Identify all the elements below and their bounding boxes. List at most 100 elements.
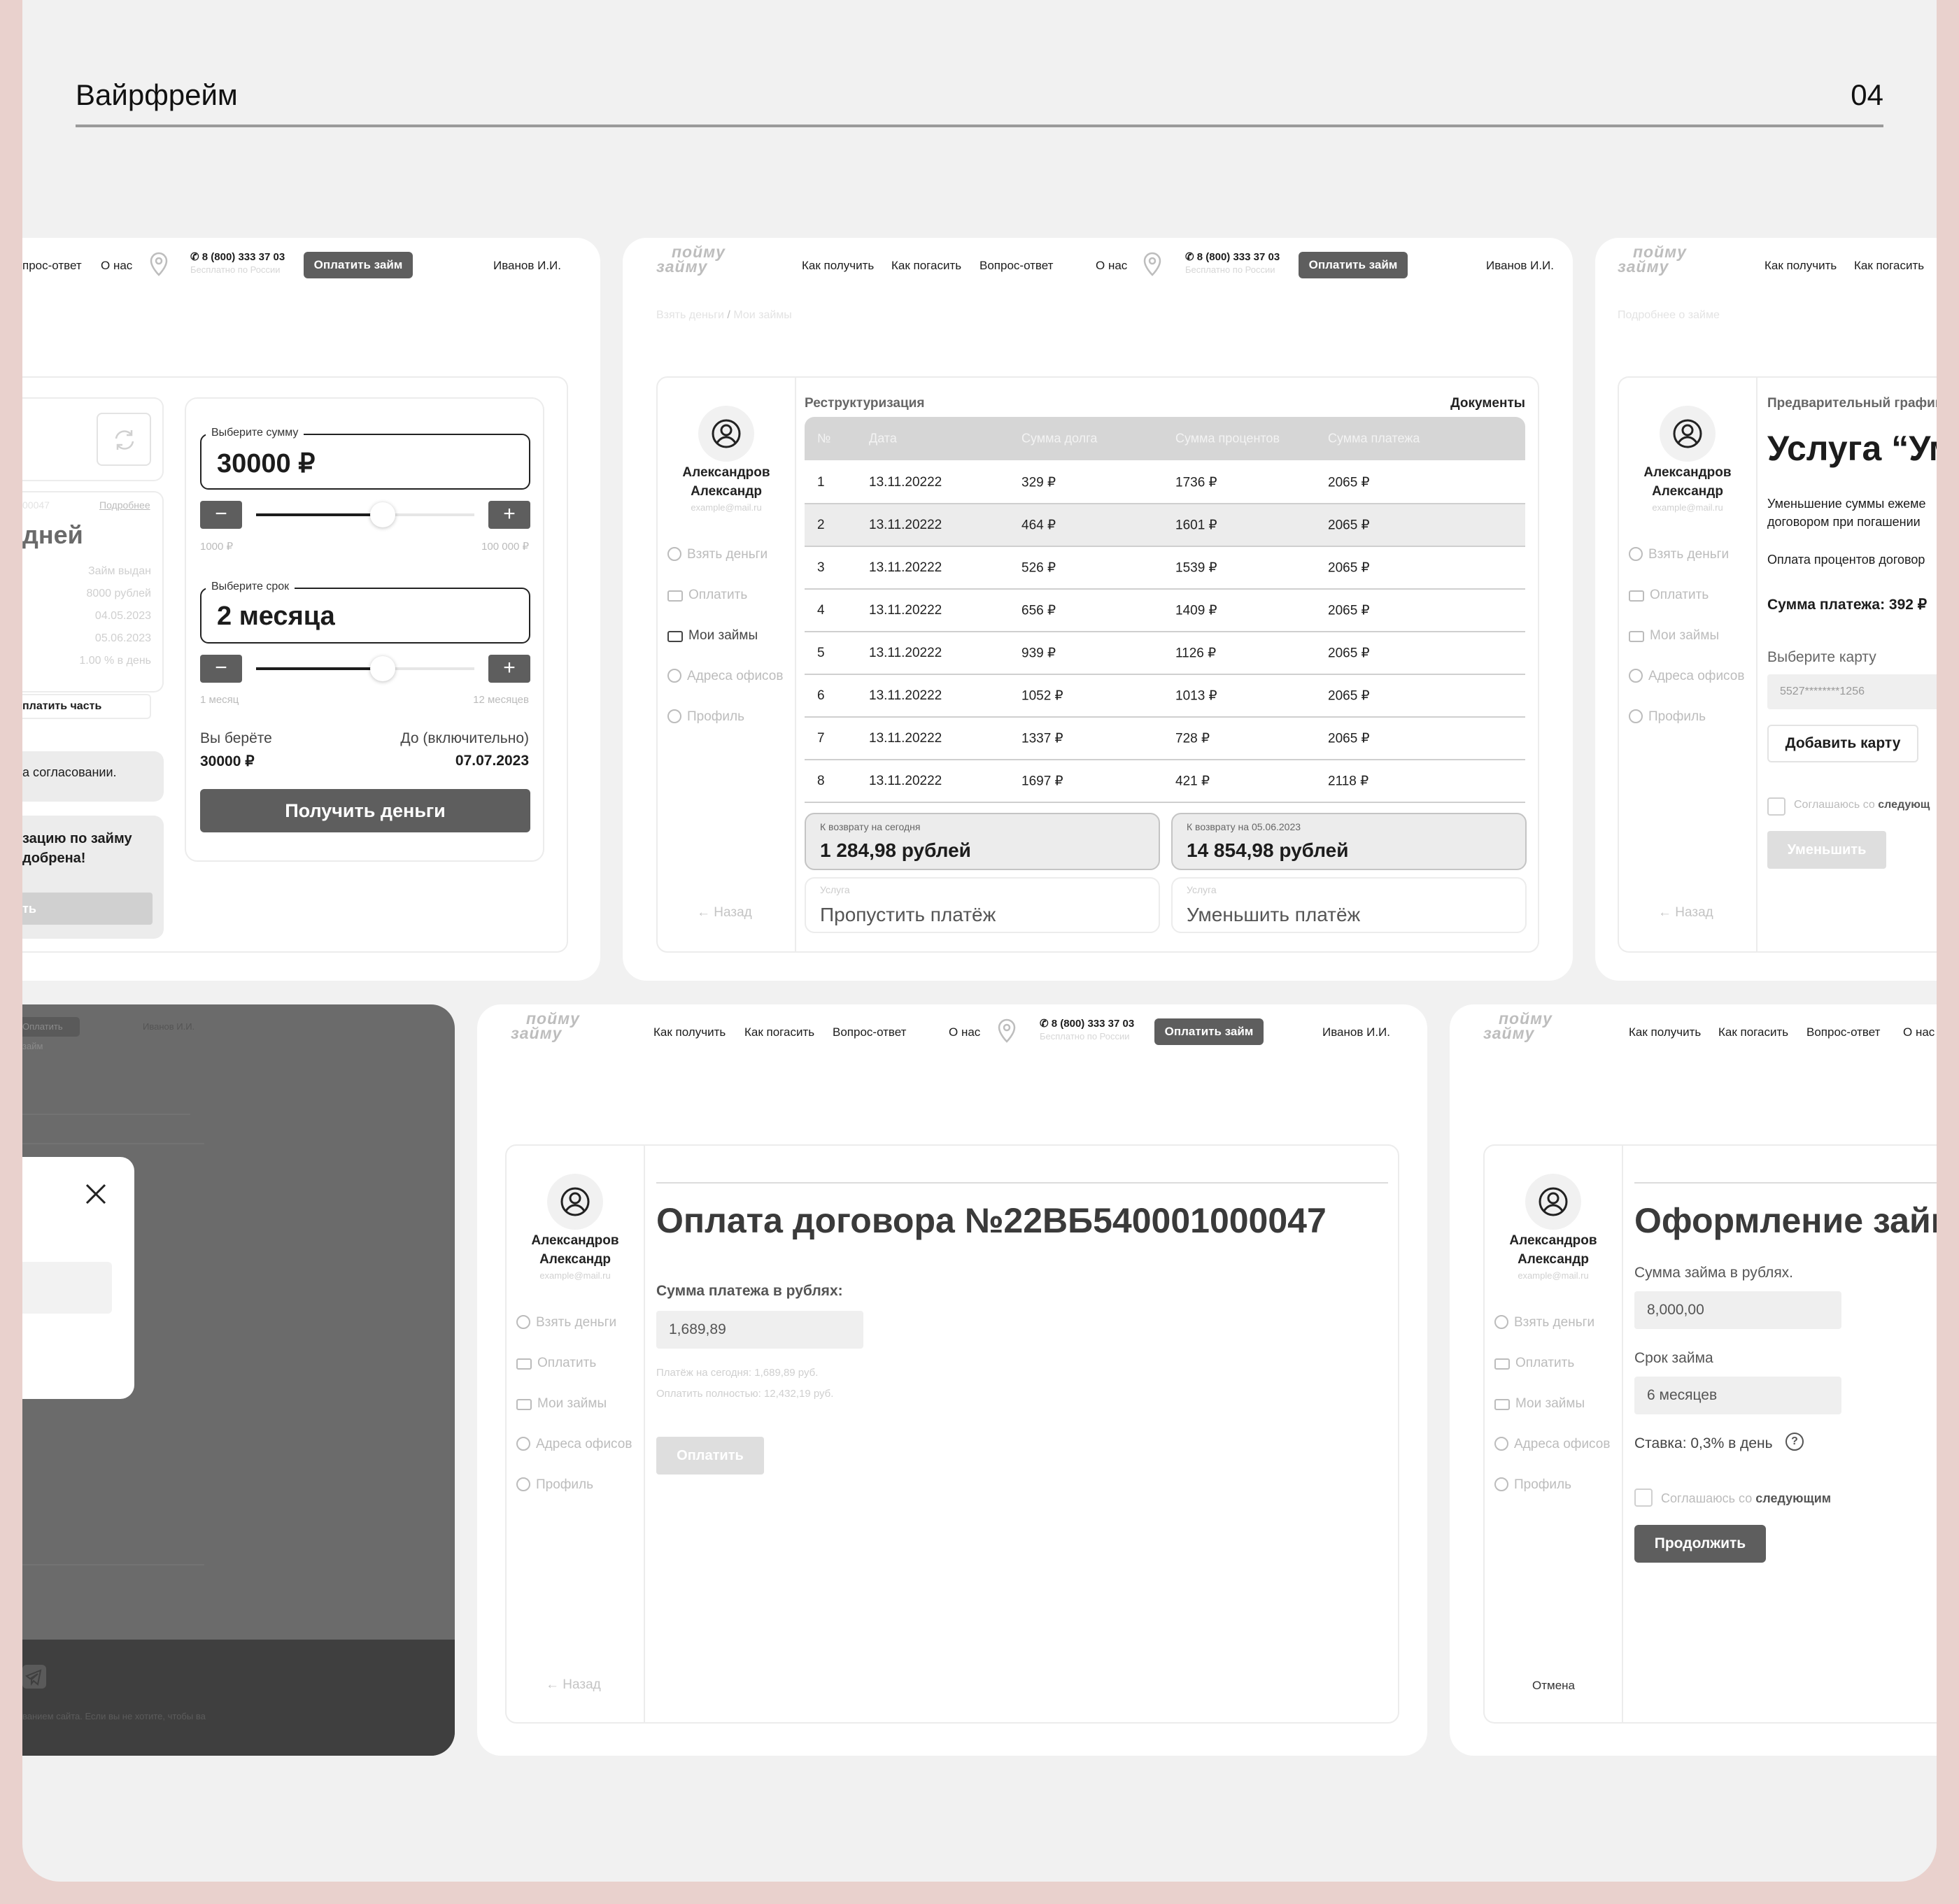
sum-field[interactable]: 30000 ₽ [200,434,530,490]
sidebar-item-offices[interactable]: Адреса офисов [1629,669,1744,684]
nav-about[interactable]: О нас [101,259,132,273]
term-plus-button[interactable]: + [488,655,530,683]
nav-how-get[interactable]: Как получить [802,259,874,273]
term-minus-button[interactable]: − [200,655,242,683]
reduce-button[interactable]: Уменьшить [1767,831,1886,869]
pay-loan-button[interactable]: Оплатить займ [304,252,413,278]
nav-how-get[interactable]: Как получить [1764,259,1837,273]
user-name[interactable]: Иванов И.И. [1486,259,1554,273]
table-row[interactable]: 2 13.11.20222 464 ₽ 1601 ₽ 2065 ₽ [805,504,1525,547]
sidebar-item-pay[interactable]: Оплатить [1494,1356,1574,1371]
sum-slider-handle[interactable] [370,502,395,527]
more-link[interactable]: Подробнее [99,499,150,511]
agree-checkbox[interactable] [1767,797,1785,816]
agree-checkbox[interactable] [1634,1489,1653,1507]
get-money-button[interactable]: Получить деньги [200,789,530,832]
sidebar-item-my-loans[interactable]: Мои займы [1629,628,1719,644]
term-field[interactable]: 2 месяца [200,588,530,644]
continue-button[interactable]: Продолжить [1634,1525,1766,1563]
user-name[interactable]: Иванов И.И. [1322,1025,1390,1039]
pay-part-button[interactable]: платить часть [22,694,151,719]
phone-number[interactable]: ✆ 8 (800) 333 37 03 [1040,1017,1134,1030]
close-icon[interactable] [84,1182,108,1206]
sidebar-item-my-loans[interactable]: Мои займы [1494,1396,1585,1412]
loan-sum-input[interactable]: 8,000,00 [1634,1291,1841,1329]
sidebar-item-offices[interactable]: Адреса офисов [667,669,783,684]
nav-faq[interactable]: Вопрос-ответ [1806,1025,1880,1039]
loan-term-input[interactable]: 6 месяцев [1634,1377,1841,1414]
sidebar-item-profile[interactable]: Профиль [1494,1477,1571,1493]
breadcrumb[interactable]: Подробнее о займе [1618,309,1720,322]
phone-number[interactable]: ✆ 8 (800) 333 37 03 [1185,250,1280,263]
sidebar-item-take-money[interactable]: Взять деньги [1629,547,1729,562]
nav-how-get[interactable]: Как получить [653,1025,726,1039]
refresh-button[interactable] [97,413,151,466]
sidebar-item-my-loans[interactable]: Мои займы [516,1396,607,1412]
sidebar-item-take-money[interactable]: Взять деньги [516,1315,616,1330]
brand-logo[interactable]: пойму займу [1618,244,1687,275]
sidebar-item-offices[interactable]: Адреса офисов [1494,1437,1610,1452]
avatar[interactable] [1660,406,1716,462]
sum-minus-button[interactable]: − [200,501,242,529]
card-select[interactable]: 5527********1256 [1767,674,1937,709]
sidebar-item-profile[interactable]: Профиль [667,709,744,725]
back-link[interactable]: ← Назад [697,905,752,921]
sidebar-item-take-money[interactable]: Взять деньги [667,547,768,562]
brand-logo[interactable]: пойму займу [1483,1011,1553,1042]
question-icon[interactable]: ? [1785,1433,1804,1451]
avatar[interactable] [1525,1174,1581,1230]
table-row[interactable]: 8 13.11.20222 1697 ₽ 421 ₽ 2118 ₽ [805,760,1525,803]
nav-how-pay[interactable]: Как погасить [1854,259,1924,273]
sidebar-item-pay[interactable]: Оплатить [667,588,747,603]
documents-link[interactable]: Документы [1450,396,1525,411]
breadcrumb-item[interactable]: Мои займы [733,309,791,321]
sidebar-item-profile[interactable]: Профиль [516,1477,593,1493]
sidebar-item-pay[interactable]: Оплатить [1629,588,1709,603]
sum-plus-button[interactable]: + [488,501,530,529]
nav-about[interactable]: О нас [1903,1025,1935,1039]
breadcrumb-item[interactable]: Взять деньги [656,309,724,321]
table-row[interactable]: 6 13.11.20222 1052 ₽ 1013 ₽ 2065 ₽ [805,675,1525,718]
phone-number[interactable]: ✆ 8 (800) 333 37 03 [190,250,285,263]
avatar[interactable] [698,406,754,462]
nav-how-get[interactable]: Как получить [1629,1025,1701,1039]
sidebar-item-pay[interactable]: Оплатить [516,1356,596,1371]
back-link[interactable]: ← Назад [1658,905,1713,921]
nav-about[interactable]: О нас [1096,259,1127,273]
brand-logo[interactable]: пойму займу [511,1011,580,1042]
restructure-button[interactable]: ть [22,893,153,925]
reduce-payment-service[interactable]: Услуга Уменьшить платёж [1171,877,1527,933]
skip-payment-service[interactable]: Услуга Пропустить платёж [805,877,1160,933]
nav-how-pay[interactable]: Как погасить [744,1025,814,1039]
table-row[interactable]: 1 13.11.20222 329 ₽ 1736 ₽ 2065 ₽ [805,462,1525,504]
pay-loan-button[interactable]: Оплатить займ [1154,1018,1264,1045]
location-pin-icon[interactable] [996,1018,1017,1044]
add-card-button[interactable]: Добавить карту [1767,725,1918,762]
nav-faq[interactable]: Вопрос-ответ [833,1025,906,1039]
pay-button[interactable]: Оплатить [656,1437,764,1475]
location-pin-icon[interactable] [1142,252,1163,277]
cancel-link[interactable]: Отмена [1532,1679,1575,1693]
sidebar-item-my-loans[interactable]: Мои займы [667,628,758,644]
schedule-link[interactable]: Предварительный график [1767,396,1937,411]
location-pin-icon[interactable] [148,252,169,277]
table-row[interactable]: 5 13.11.20222 939 ₽ 1126 ₽ 2065 ₽ [805,632,1525,675]
user-name[interactable]: Иванов И.И. [493,259,561,273]
back-link[interactable]: ← Назад [546,1677,601,1693]
brand-logo[interactable]: пойму займу [656,244,726,275]
table-row[interactable]: 3 13.11.20222 526 ₽ 1539 ₽ 2065 ₽ [805,547,1525,590]
sidebar-item-offices[interactable]: Адреса офисов [516,1437,632,1452]
table-row[interactable]: 7 13.11.20222 1337 ₽ 728 ₽ 2065 ₽ [805,718,1525,760]
pay-loan-button[interactable]: Оплатить займ [1299,252,1408,278]
nav-faq[interactable]: прос-ответ [22,259,82,273]
avatar[interactable] [547,1174,603,1230]
nav-how-pay[interactable]: Как погасить [891,259,961,273]
nav-about[interactable]: О нас [949,1025,980,1039]
modal-input[interactable] [22,1262,112,1314]
telegram-icon[interactable] [22,1665,46,1689]
table-row[interactable]: 4 13.11.20222 656 ₽ 1409 ₽ 2065 ₽ [805,590,1525,632]
payment-sum-input[interactable]: 1,689,89 [656,1311,863,1349]
nav-how-pay[interactable]: Как погасить [1718,1025,1788,1039]
sidebar-item-take-money[interactable]: Взять деньги [1494,1315,1594,1330]
term-slider-handle[interactable] [370,656,395,681]
